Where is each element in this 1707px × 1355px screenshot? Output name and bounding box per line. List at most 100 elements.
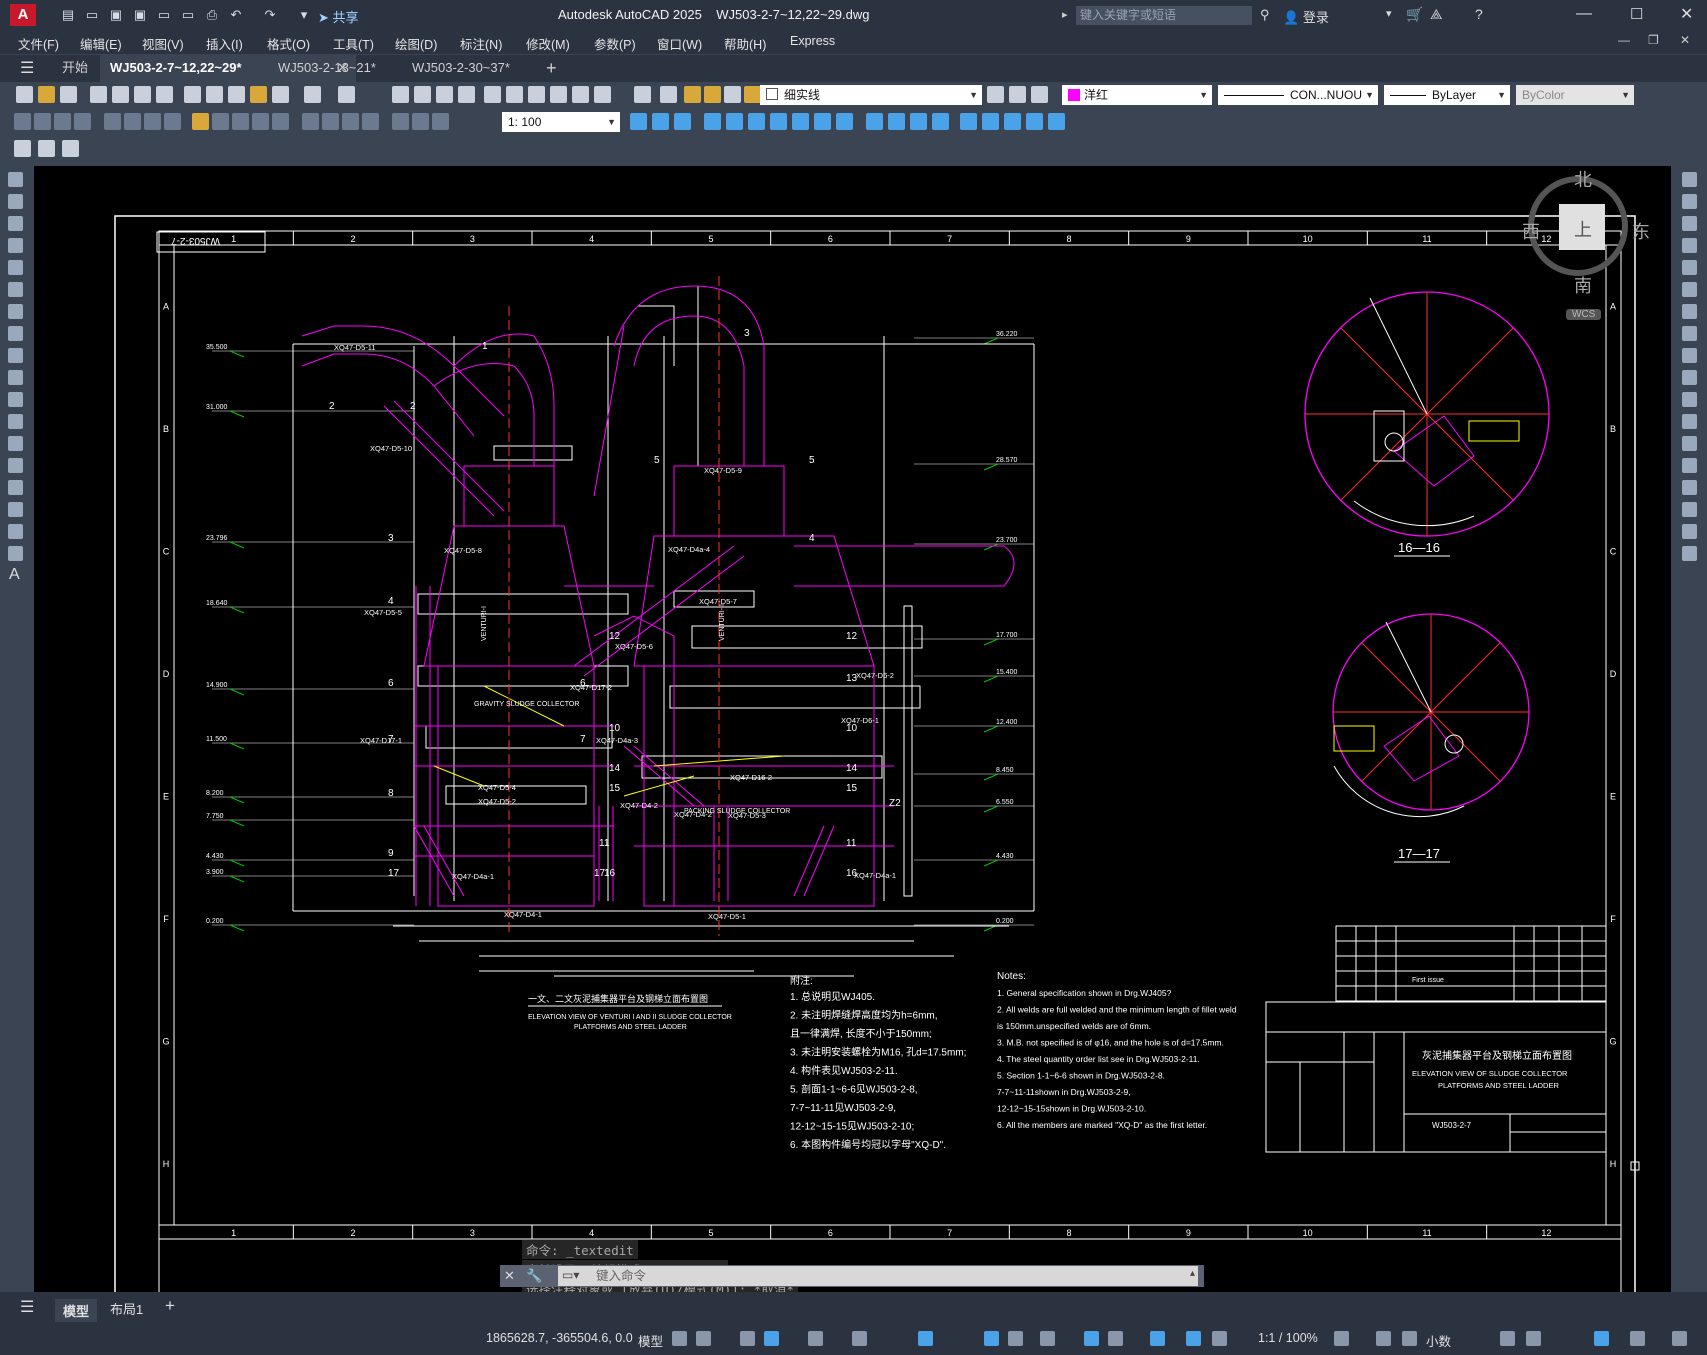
customization-icon[interactable] bbox=[1672, 1331, 1687, 1346]
close-button[interactable]: ✕ bbox=[1680, 4, 1693, 24]
annotation-visibility-icon[interactable] bbox=[1186, 1331, 1201, 1346]
tool-icon[interactable] bbox=[704, 113, 721, 130]
jogged-dim-icon[interactable] bbox=[124, 113, 141, 130]
signin-button[interactable]: 👤 登录 bbox=[1283, 7, 1329, 26]
insert-block-icon[interactable] bbox=[8, 414, 23, 429]
linear-dim-icon[interactable] bbox=[14, 113, 31, 130]
signin-dropdown-icon[interactable]: ▾ bbox=[1386, 7, 1392, 20]
tool-icon[interactable] bbox=[1004, 113, 1021, 130]
ellipse-arc-icon[interactable] bbox=[8, 392, 23, 407]
zoom-realtime-icon[interactable] bbox=[414, 86, 431, 103]
layer-properties-icon[interactable] bbox=[14, 140, 31, 157]
chevron-down-icon[interactable]: ▼ bbox=[1497, 85, 1506, 105]
chevron-down-icon[interactable]: ▼ bbox=[1621, 85, 1630, 105]
menu-express[interactable]: Express bbox=[790, 34, 835, 48]
tolerance-icon[interactable] bbox=[302, 113, 319, 130]
doc-minimize-button[interactable]: — bbox=[1618, 33, 1630, 47]
new-file-icon[interactable]: ▤ bbox=[60, 7, 76, 23]
help-icon[interactable] bbox=[634, 86, 651, 103]
ellipse-icon[interactable] bbox=[8, 370, 23, 385]
ortho-icon[interactable] bbox=[808, 1331, 823, 1346]
region-icon[interactable] bbox=[8, 524, 23, 539]
tool-icon[interactable] bbox=[770, 113, 787, 130]
zoom-window-icon[interactable] bbox=[436, 86, 453, 103]
rectangle-icon[interactable] bbox=[8, 260, 23, 275]
explode-icon[interactable] bbox=[1682, 546, 1697, 561]
cart-icon[interactable]: 🛒 bbox=[1406, 6, 1423, 23]
line-icon[interactable] bbox=[8, 172, 23, 187]
layer-lock-icon[interactable] bbox=[744, 86, 761, 103]
cut-icon[interactable] bbox=[184, 86, 201, 103]
continue-dim-icon[interactable] bbox=[232, 113, 249, 130]
save-as-icon[interactable]: ▣ bbox=[132, 7, 148, 23]
selection-cycling-icon[interactable] bbox=[1084, 1331, 1099, 1346]
customize-quickaccess-icon[interactable]: ▾ bbox=[296, 7, 312, 23]
revision-cloud-icon[interactable] bbox=[8, 326, 23, 341]
layer-iso-icon[interactable] bbox=[62, 140, 79, 157]
polyline-icon[interactable] bbox=[8, 216, 23, 231]
tool-icon[interactable] bbox=[836, 113, 853, 130]
open-icon[interactable] bbox=[38, 86, 55, 103]
blend-curves-icon[interactable] bbox=[1682, 524, 1697, 539]
color-combo[interactable]: 洋红 ▼ bbox=[1062, 85, 1212, 105]
layout-menu-icon[interactable]: ☰ bbox=[20, 1297, 34, 1317]
plot-preview-icon[interactable] bbox=[112, 86, 129, 103]
new-icon[interactable] bbox=[16, 86, 33, 103]
inspection-icon[interactable] bbox=[342, 113, 359, 130]
dim-update-icon[interactable] bbox=[432, 113, 449, 130]
new-tab-button[interactable]: + bbox=[536, 54, 567, 82]
viewcube-north[interactable]: 北 bbox=[1574, 166, 1592, 192]
tool-icon[interactable] bbox=[748, 113, 765, 130]
grid-icon[interactable] bbox=[672, 1331, 687, 1346]
fillet-icon[interactable] bbox=[1682, 502, 1697, 517]
copy-icon[interactable] bbox=[206, 86, 223, 103]
dynamic-input-icon[interactable] bbox=[764, 1331, 779, 1346]
tool-icon[interactable] bbox=[814, 113, 831, 130]
units-readout[interactable]: 小数 bbox=[1426, 1331, 1451, 1350]
close-cmdline-icon[interactable]: ✕ bbox=[504, 1268, 515, 1284]
doc-close-button[interactable]: ✕ bbox=[1680, 33, 1690, 47]
scale-icon[interactable] bbox=[1682, 326, 1697, 341]
trim-icon[interactable] bbox=[1682, 370, 1697, 385]
clean-screen-icon[interactable] bbox=[1630, 1331, 1645, 1346]
properties-icon[interactable] bbox=[484, 86, 501, 103]
save-web-icon[interactable]: ▭ bbox=[180, 7, 196, 23]
menu-format[interactable]: 格式(O) bbox=[267, 34, 310, 53]
plot-icon[interactable]: ⎙ bbox=[204, 7, 220, 23]
erase-icon[interactable] bbox=[1682, 172, 1697, 187]
mirror-icon[interactable] bbox=[1682, 216, 1697, 231]
search-expand-icon[interactable]: ▸ bbox=[1062, 8, 1068, 21]
jogged-linear-icon[interactable] bbox=[362, 113, 379, 130]
lineweight-combo[interactable]: ByLayer ▼ bbox=[1384, 85, 1510, 105]
tool-icon[interactable] bbox=[866, 113, 883, 130]
table-icon[interactable] bbox=[8, 546, 23, 561]
help-search-input[interactable]: 键入关键字或短语 bbox=[1076, 6, 1252, 25]
share-button[interactable]: ➤ 共享 bbox=[318, 7, 359, 26]
tool-icon[interactable] bbox=[932, 113, 949, 130]
save-icon[interactable] bbox=[60, 86, 77, 103]
menu-tools[interactable]: 工具(T) bbox=[333, 34, 374, 53]
chevron-down-icon[interactable]: ▼ bbox=[1199, 85, 1208, 105]
pan-icon[interactable] bbox=[392, 86, 409, 103]
cmdline-expand-icon[interactable]: ▴ bbox=[1190, 1268, 1195, 1279]
wcs-menu[interactable]: WCS bbox=[1566, 309, 1602, 320]
baseline-dim-icon[interactable] bbox=[212, 113, 229, 130]
customize-cmdline-icon[interactable]: 🔧 bbox=[526, 1268, 542, 1284]
join-icon[interactable] bbox=[1682, 458, 1697, 473]
hatch-icon[interactable] bbox=[8, 480, 23, 495]
menu-dimension[interactable]: 标注(N) bbox=[460, 34, 502, 53]
break-at-point-icon[interactable] bbox=[1682, 414, 1697, 429]
point-icon[interactable] bbox=[8, 458, 23, 473]
object-snap-icon[interactable] bbox=[918, 1331, 933, 1346]
layer-states-icon[interactable] bbox=[1031, 86, 1048, 103]
radius-dim-icon[interactable] bbox=[104, 113, 121, 130]
annotation-scale-readout[interactable]: 1:1 / 100% bbox=[1258, 1331, 1318, 1345]
block-editor-icon[interactable] bbox=[272, 86, 289, 103]
move-icon[interactable] bbox=[1682, 282, 1697, 297]
menu-edit[interactable]: 编辑(E) bbox=[80, 34, 122, 53]
tool-icon[interactable] bbox=[792, 113, 809, 130]
undo-icon[interactable] bbox=[304, 86, 321, 103]
circle-icon[interactable] bbox=[8, 304, 23, 319]
chamfer-icon[interactable] bbox=[1682, 480, 1697, 495]
chevron-down-icon[interactable]: ▼ bbox=[1365, 85, 1374, 105]
